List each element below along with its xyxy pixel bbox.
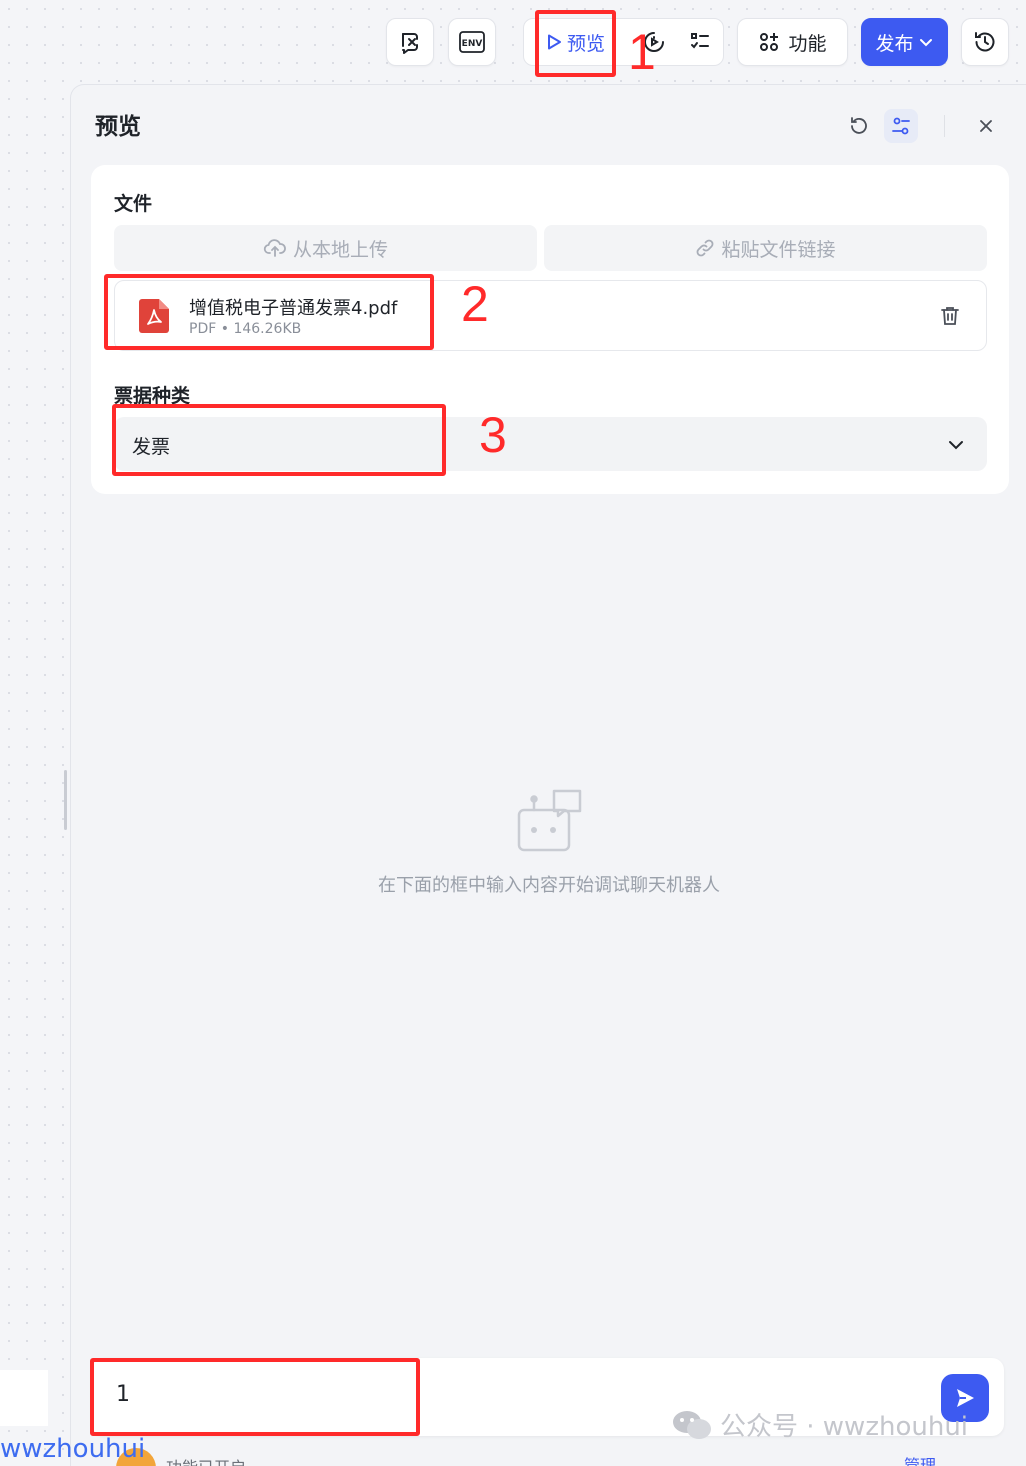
delete-file-button[interactable] — [939, 305, 961, 327]
empty-state-hint: 在下面的框中输入内容开始调试聊天机器人 — [378, 875, 720, 896]
chevron-down-icon — [918, 34, 934, 50]
publish-button[interactable]: 发布 — [861, 18, 948, 66]
annotation-box-2 — [104, 274, 434, 350]
history-icon — [973, 30, 997, 54]
features-button[interactable]: 功能 — [737, 18, 848, 66]
link-icon — [695, 238, 715, 258]
env-icon: ENV — [459, 31, 485, 53]
annotation-number-2: 2 — [461, 276, 489, 332]
features-label: 功能 — [788, 32, 827, 55]
paste-link-button[interactable]: 粘贴文件链接 — [544, 225, 987, 271]
canvas-node-fragment — [0, 1370, 48, 1426]
annotation-number-3: 3 — [479, 407, 507, 463]
trash-icon — [939, 305, 961, 327]
refresh-icon — [848, 115, 870, 137]
manage-link[interactable]: 管理 — [904, 1452, 936, 1466]
close-panel-button[interactable] — [969, 109, 1003, 143]
chevron-down-icon — [946, 435, 966, 455]
wechat-icon — [672, 1409, 712, 1441]
cloud-upload-icon — [263, 238, 287, 258]
paste-link-label: 粘贴文件链接 — [721, 238, 836, 261]
variables-toggle-button[interactable] — [884, 109, 918, 143]
upload-local-label: 从本地上传 — [292, 238, 388, 261]
watermark-text: 公众号 · wwzhouhui — [720, 1412, 969, 1442]
sliders-icon — [890, 115, 912, 137]
variable-icon — [398, 30, 422, 54]
close-icon — [977, 117, 995, 135]
checklist-icon — [689, 31, 711, 53]
svg-text:ENV: ENV — [462, 39, 483, 49]
publish-label: 发布 — [875, 32, 914, 55]
checklist-button[interactable] — [682, 18, 718, 66]
chatbot-icon — [517, 789, 583, 853]
apps-icon — [758, 31, 780, 53]
history-button[interactable] — [961, 18, 1009, 66]
panel-resize-handle[interactable] — [64, 770, 67, 830]
env-button[interactable]: ENV — [448, 18, 496, 66]
watermark: 公众号 · wwzhouhui — [672, 1406, 968, 1443]
annotation-box-3 — [112, 404, 446, 476]
variable-button[interactable] — [386, 18, 434, 66]
header-divider — [944, 115, 945, 137]
watermark-left: wwzhouhui — [0, 1434, 146, 1464]
panel-title: 预览 — [95, 114, 141, 140]
upload-local-button[interactable]: 从本地上传 — [114, 225, 537, 271]
file-label: 文件 — [114, 193, 153, 215]
annotation-number-1: 1 — [628, 24, 656, 80]
annotation-box-1 — [535, 10, 616, 77]
feature-status: 功能已开启 — [166, 1454, 246, 1466]
restart-button[interactable] — [842, 109, 876, 143]
annotation-box-4 — [90, 1358, 420, 1436]
